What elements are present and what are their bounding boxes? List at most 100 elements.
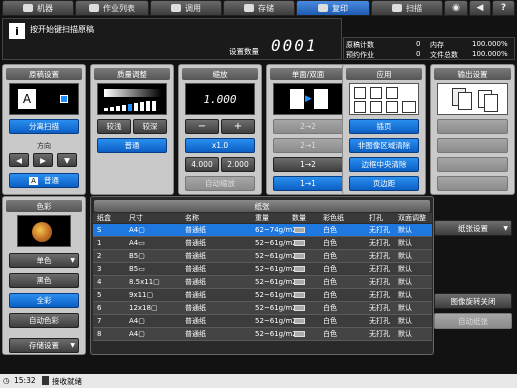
- paper-table-body: S A4▢ 普通纸 62~74g/m2 白色 无打孔 默认 1 A4▭ 普通纸 52~61g/m2 白…: [93, 224, 432, 344]
- tab-copy[interactable]: 复印: [296, 0, 370, 16]
- duplex-1-1-button[interactable]: 1→1: [273, 176, 343, 191]
- zoom-value: 1.000: [185, 83, 255, 115]
- output-option-3-button[interactable]: [437, 157, 508, 172]
- paper-quantity-indicator: [294, 238, 305, 248]
- help-icon: ?: [500, 3, 507, 13]
- duplex-title[interactable]: 单面/双面: [270, 68, 346, 80]
- original-direction-normal-button[interactable]: A 普通: [9, 173, 79, 188]
- application-icons-area: [349, 83, 419, 115]
- application-title[interactable]: 应用: [346, 68, 422, 80]
- mono-color-label: 单色: [36, 256, 52, 265]
- dropdown-arrow-icon: ▼: [70, 342, 75, 349]
- quality-panel: 质量调整 较浅 较深 普通: [90, 64, 174, 195]
- lighter-button[interactable]: 较浅: [97, 119, 131, 134]
- duplex-2-1-button[interactable]: 2→1: [273, 138, 343, 153]
- paper-tray-row[interactable]: 5 9x11▢ 普通纸 52~61g/m2 白色 无打孔 默认: [93, 289, 432, 302]
- paper-weight-cell: 52~61g/m2: [255, 317, 297, 325]
- paper-weight-cell: 52~61g/m2: [255, 330, 297, 338]
- paper-duplex-cell: 默认: [398, 239, 412, 247]
- zoom-title[interactable]: 缩放: [182, 68, 258, 80]
- globe-button[interactable]: ◉: [444, 0, 468, 16]
- paper-quantity-indicator: [294, 225, 305, 235]
- mono-color-button[interactable]: 单色 ▼: [9, 253, 79, 268]
- original-setting-panel: 原稿设置 A 分离扫描 方向 ◀ ▶ ▼ A 普通: [2, 64, 86, 195]
- paper-color-cell: 白色: [323, 226, 337, 234]
- image-rotation-off-button[interactable]: 图像旋转关闭: [434, 293, 512, 309]
- insert-page-button[interactable]: 插页: [349, 119, 419, 134]
- output-title[interactable]: 输出设置: [434, 68, 511, 80]
- darker-button[interactable]: 较深: [133, 119, 167, 134]
- file-total-value: 100.000%: [472, 50, 508, 58]
- density-level-bars: [104, 101, 162, 111]
- tab-machine[interactable]: 机器: [2, 0, 74, 16]
- black-button[interactable]: 黑色: [9, 273, 79, 288]
- duplex-1-2-button[interactable]: 1→2: [273, 157, 343, 172]
- output-option-1-button[interactable]: [437, 119, 508, 134]
- original-setting-title[interactable]: 原稿设置: [6, 68, 82, 80]
- rotate-left-button[interactable]: ◀: [9, 153, 29, 167]
- machine-icon: [23, 4, 33, 12]
- output-sheet-icon: [484, 94, 498, 112]
- full-color-button[interactable]: 全彩: [9, 293, 79, 308]
- application-panel: 应用 插页 非图像区域清除 边框中央清除 页边距: [342, 64, 426, 195]
- help-button[interactable]: ?: [492, 0, 515, 16]
- store-icon: [244, 4, 254, 12]
- paper-tray-row[interactable]: 7 A4▢ 普通纸 52~61g/m2 白色 无打孔 默认: [93, 315, 432, 328]
- page-margin-button[interactable]: 页边距: [349, 176, 419, 191]
- paper-title[interactable]: 纸张: [94, 200, 430, 212]
- output-option-2-button[interactable]: [437, 138, 508, 153]
- duplex-2-2-button[interactable]: 2→2: [273, 119, 343, 134]
- zoom-preset-1-button[interactable]: 4.000: [185, 157, 219, 172]
- dropdown-arrow-icon: ▼: [503, 224, 508, 232]
- paper-tray-row[interactable]: 8 A4▢ 普通纸 52~61g/m2 白色 无打孔 默认: [93, 328, 432, 341]
- zoom-plus-button[interactable]: +: [221, 119, 255, 134]
- output-option-4-button[interactable]: [437, 176, 508, 191]
- density-gradient-bar: [104, 89, 162, 97]
- volume-button[interactable]: ◀: [469, 0, 491, 16]
- paper-settings-button[interactable]: 纸张设置 ▼: [434, 220, 512, 236]
- paper-name-cell: 普通纸: [185, 330, 206, 338]
- original-count-value: 0: [416, 40, 421, 48]
- quantity-label: 设置数量: [229, 47, 259, 56]
- tab-recall[interactable]: 调用: [150, 0, 222, 16]
- paper-weight-cell: 52~61g/m2: [255, 265, 297, 273]
- quality-normal-button[interactable]: 普通: [97, 138, 167, 153]
- paper-tray-row[interactable]: 4 8.5x11▢ 普通纸 52~61g/m2 白色 无打孔 默认: [93, 276, 432, 289]
- paper-tray-row[interactable]: S A4▢ 普通纸 62~74g/m2 白色 无打孔 默认: [93, 224, 432, 237]
- frame-center-erase-button[interactable]: 边框中央清除: [349, 157, 419, 172]
- auto-zoom-button[interactable]: 自动缩放: [185, 176, 255, 191]
- auto-paper-button[interactable]: 自动纸张: [434, 313, 512, 329]
- paper-tray-row[interactable]: 3 B5▭ 普通纸 52~61g/m2 白色 无打孔 默认: [93, 263, 432, 276]
- tab-job-list[interactable]: 作业列表: [75, 0, 149, 16]
- non-image-erase-button[interactable]: 非图像区域清除: [349, 138, 419, 153]
- header-weight: 重量: [255, 214, 269, 222]
- app-function-icon: [386, 87, 398, 99]
- copy-screen: 机器 作业列表 调用 存储 复印 扫描 ◉ ◀ ? i 按开始键扫描原稿 设置数…: [0, 0, 517, 388]
- paper-tray-row[interactable]: 1 A4▭ 普通纸 52~61g/m2 白色 无打孔 默认: [93, 237, 432, 250]
- counters-panel: 原稿计数 0 内存 100.000% 预约作业 0 文件总数 100.000%: [343, 37, 515, 60]
- paper-table-header: 纸盒 尺寸 名称 重量 数量 彩色纸 打孔 双面调整: [93, 213, 432, 223]
- zoom-panel: 缩放 1.000 − + x1.0 4.000 2.000 自动缩放: [178, 64, 262, 195]
- paper-quantity-indicator: [294, 277, 305, 287]
- paper-size-cell: B5▢: [129, 252, 145, 260]
- store-settings-button[interactable]: 存储设置 ▼: [9, 338, 79, 353]
- paper-tray-row[interactable]: 6 12x18▢ 普通纸 52~61g/m2 白色 无打孔 默认: [93, 302, 432, 315]
- auto-color-button[interactable]: 自动色彩: [9, 313, 79, 328]
- color-title[interactable]: 色彩: [6, 200, 82, 212]
- tab-scan[interactable]: 扫描: [371, 0, 443, 16]
- paper-tray-row[interactable]: 2 B5▢ 普通纸 52~61g/m2 白色 无打孔 默认: [93, 250, 432, 263]
- paper-tray-cell: 6: [97, 304, 102, 312]
- tab-store[interactable]: 存储: [223, 0, 295, 16]
- zoom-x1-button[interactable]: x1.0: [185, 138, 255, 153]
- rotate-right-button[interactable]: ▶: [33, 153, 53, 167]
- quality-title[interactable]: 质量调整: [94, 68, 170, 80]
- separate-scan-button[interactable]: 分离扫描: [9, 119, 79, 134]
- paper-punch-cell: 无打孔: [369, 265, 390, 273]
- original-count-label: 原稿计数: [346, 41, 374, 49]
- zoom-preset-2-button[interactable]: 2.000: [221, 157, 255, 172]
- paper-name-cell: 普通纸: [185, 252, 206, 260]
- rotate-down-button[interactable]: ▼: [57, 153, 77, 167]
- zoom-minus-button[interactable]: −: [185, 119, 219, 134]
- color-panel: 色彩 单色 ▼ 黑色 全彩 自动色彩 存储设置 ▼: [2, 196, 86, 355]
- paper-punch-cell: 无打孔: [369, 330, 390, 338]
